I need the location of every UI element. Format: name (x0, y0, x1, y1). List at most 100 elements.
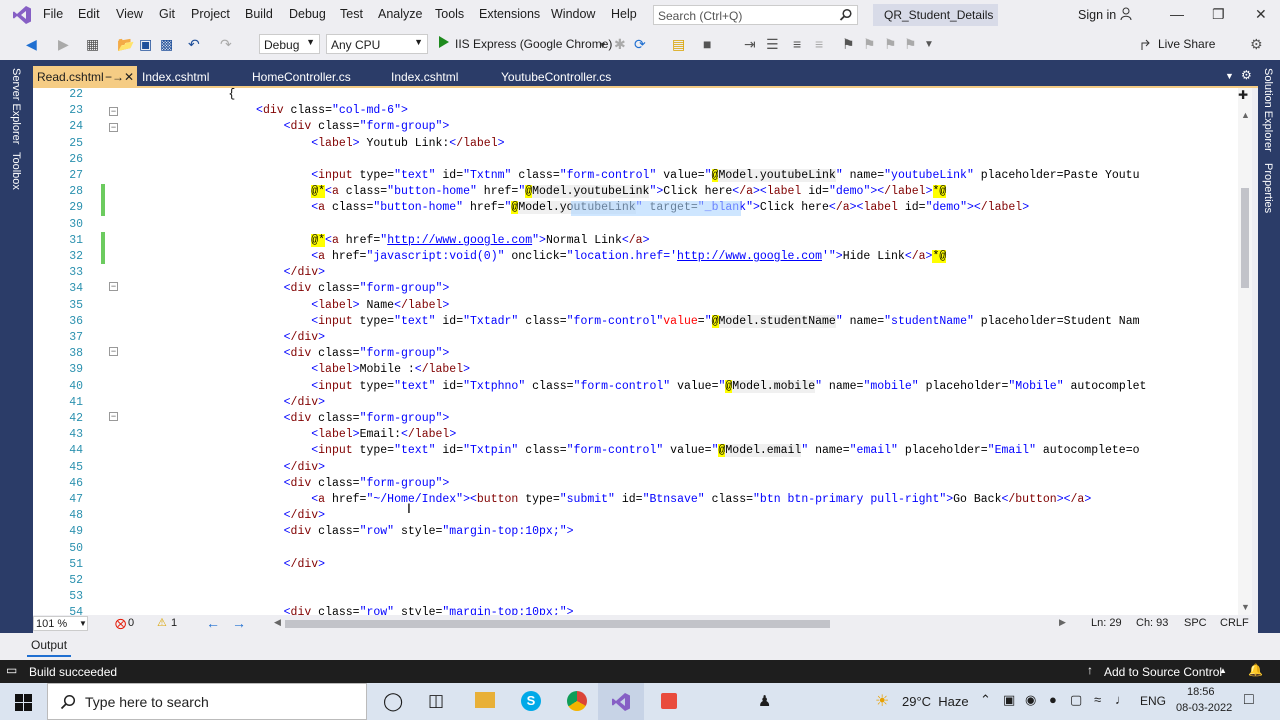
save-all-icon[interactable]: ▩ (160, 36, 173, 53)
undo-icon[interactable]: ↶ (188, 36, 200, 53)
tab-index-cshtml[interactable]: Index.cshtml (138, 66, 246, 86)
solution-explorer-tab[interactable]: Solution Explorer (1262, 68, 1274, 152)
menu-file[interactable]: File (43, 7, 63, 21)
back-icon[interactable]: ◀ (26, 36, 37, 53)
clear-bookmarks-icon[interactable]: ⚑ (904, 36, 917, 53)
menu-project[interactable]: Project (191, 7, 230, 21)
account-icon[interactable] (1120, 7, 1134, 21)
settings-icon[interactable]: ⚙ (1241, 68, 1252, 82)
code-line[interactable]: <label> Name</label> (118, 299, 449, 312)
tab-youtubecontroller[interactable]: YoutubeController.cs (497, 66, 645, 86)
chrome-icon[interactable] (567, 691, 587, 711)
properties-tab[interactable]: Properties (1262, 163, 1274, 213)
line-ending-indicator[interactable]: CRLF (1220, 617, 1249, 629)
split-icon[interactable]: ✚ (1238, 88, 1248, 102)
wifi-icon[interactable]: ≈ (1094, 692, 1101, 707)
microphone-icon[interactable]: ● (1049, 692, 1057, 707)
configuration-select[interactable]: Debug ▼ (259, 34, 320, 54)
uncomment-icon[interactable]: ≡ (815, 36, 823, 52)
scroll-up-icon[interactable]: ▲ (1241, 110, 1250, 120)
search-input[interactable]: Search (Ctrl+Q) (653, 5, 858, 25)
scroll-left-icon[interactable]: ◀ (274, 617, 281, 628)
next-bookmark-icon[interactable]: ⚑ (884, 36, 897, 53)
output-tab[interactable]: Output (31, 638, 67, 652)
zoom-select[interactable]: 101 % ▼ (33, 616, 88, 631)
code-line[interactable]: <a href="javascript:void(0)" onclick="lo… (118, 250, 947, 263)
code-line[interactable]: </div> (118, 509, 325, 522)
code-line[interactable]: <div class="form-group"> (118, 347, 450, 360)
fire-icon[interactable]: ✱ (614, 36, 626, 53)
code-line[interactable]: </div> (118, 461, 325, 474)
tray-app-icon-3[interactable]: ▢ (1070, 692, 1082, 708)
menu-test[interactable]: Test (340, 7, 363, 21)
scroll-right-icon[interactable]: ▶ (1059, 617, 1066, 628)
whitespace-indicator[interactable]: SPC (1184, 617, 1207, 629)
minimize-icon[interactable]: — (1170, 6, 1184, 22)
toolbar-options-icon[interactable]: ▼ (924, 39, 934, 50)
live-share-button[interactable]: Live Share (1158, 37, 1215, 51)
code-line[interactable]: </div> (118, 266, 325, 279)
task-view-icon[interactable]: ◫ (428, 691, 444, 711)
code-line[interactable]: @*<a class="button-home" href="@Model.yo… (118, 185, 947, 199)
code-line[interactable]: <a href="~/Home/Index"><button type="sub… (118, 493, 1091, 506)
scroll-thumb[interactable] (1241, 188, 1249, 288)
menu-edit[interactable]: Edit (78, 7, 100, 21)
code-line[interactable]: @*<a href="http://www.google.com">Normal… (118, 233, 649, 247)
code-editor[interactable]: 22 23 24 25 26 27 28 29 30 31 32 33 34 35 36 37 38 39 40 41… (33, 88, 1238, 616)
platform-select[interactable]: Any CPU ▼ (326, 34, 428, 54)
add-to-source-control[interactable]: Add to Source Control (1104, 665, 1222, 679)
redo-icon[interactable]: ↷ (220, 36, 232, 53)
save-icon[interactable]: ▣ (139, 36, 152, 53)
code-line[interactable]: <label>Email:</label> (118, 428, 456, 441)
toolbox-tab[interactable]: Toolbox (10, 152, 22, 190)
file-explorer-icon[interactable] (475, 692, 495, 708)
close-tab-icon[interactable]: ✕ (124, 70, 134, 84)
server-explorer-tab[interactable]: Server Explorer (10, 68, 22, 144)
code-line[interactable]: <input type="text" id="Txtadr" class="fo… (118, 314, 1140, 328)
menu-view[interactable]: View (116, 7, 143, 21)
folder-icon[interactable]: ▤ (672, 36, 685, 53)
language-indicator[interactable]: ENG (1140, 694, 1166, 708)
windows-start-icon[interactable] (15, 694, 32, 711)
feedback-icon[interactable]: ⚙ (1250, 36, 1263, 53)
code-line[interactable]: <div class="form-group"> (118, 412, 450, 425)
code-line[interactable]: </div> (118, 331, 325, 344)
app-icon[interactable] (661, 693, 677, 709)
tab-index-cshtml-2[interactable]: Index.cshtml (387, 66, 495, 86)
taskbar-search[interactable]: Type here to search (47, 683, 367, 720)
prev-issue-icon[interactable]: ← (206, 615, 220, 631)
code-line[interactable]: <input type="text" id="Txtnm" class="for… (118, 169, 1140, 182)
vertical-scrollbar[interactable]: ✚ ▲ ▼ (1238, 88, 1252, 616)
browse-icon[interactable]: ■ (703, 36, 711, 52)
menu-window[interactable]: Window (551, 7, 595, 21)
app-icon-2[interactable]: ♟ (758, 692, 771, 710)
code-line[interactable]: <div class="form-group"> (118, 282, 450, 295)
skype-icon[interactable]: S (521, 691, 541, 711)
fold-toggle[interactable]: − (109, 282, 118, 291)
menu-git[interactable]: Git (159, 7, 175, 21)
error-icon[interactable]: ⨂ (115, 617, 126, 630)
next-issue-icon[interactable]: → (232, 615, 246, 631)
error-count[interactable]: 0 (128, 617, 134, 629)
play-icon[interactable] (438, 35, 450, 49)
fold-toggle[interactable]: − (109, 347, 118, 356)
new-item-icon[interactable]: ▦ (86, 36, 99, 53)
horizontal-scroll-thumb[interactable] (285, 620, 830, 628)
bookmark-icon[interactable]: ⚑ (842, 36, 855, 53)
restore-icon[interactable]: ❐ (1212, 6, 1225, 23)
warning-icon[interactable]: ⚠ (157, 616, 167, 629)
menu-extensions[interactable]: Extensions (479, 7, 540, 21)
menu-help[interactable]: Help (611, 7, 637, 21)
code-line[interactable]: <label>Mobile :</label> (118, 363, 470, 376)
action-center-icon[interactable]: □ (1244, 691, 1254, 709)
step-icon[interactable]: ⇥ (744, 36, 756, 53)
fold-toggle[interactable]: − (109, 107, 118, 116)
tab-homecontroller[interactable]: HomeController.cs (248, 66, 386, 86)
tray-expand-icon[interactable]: ⌃ (980, 692, 991, 708)
menu-build[interactable]: Build (245, 7, 273, 21)
code-line[interactable]: <input type="text" id="Txtphno" class="f… (118, 379, 1146, 393)
comment-icon[interactable]: ≡ (793, 36, 801, 52)
fold-toggle[interactable]: − (109, 123, 118, 132)
notifications-icon[interactable]: 🔔 (1248, 663, 1263, 677)
code-line[interactable]: </div> (118, 396, 325, 409)
